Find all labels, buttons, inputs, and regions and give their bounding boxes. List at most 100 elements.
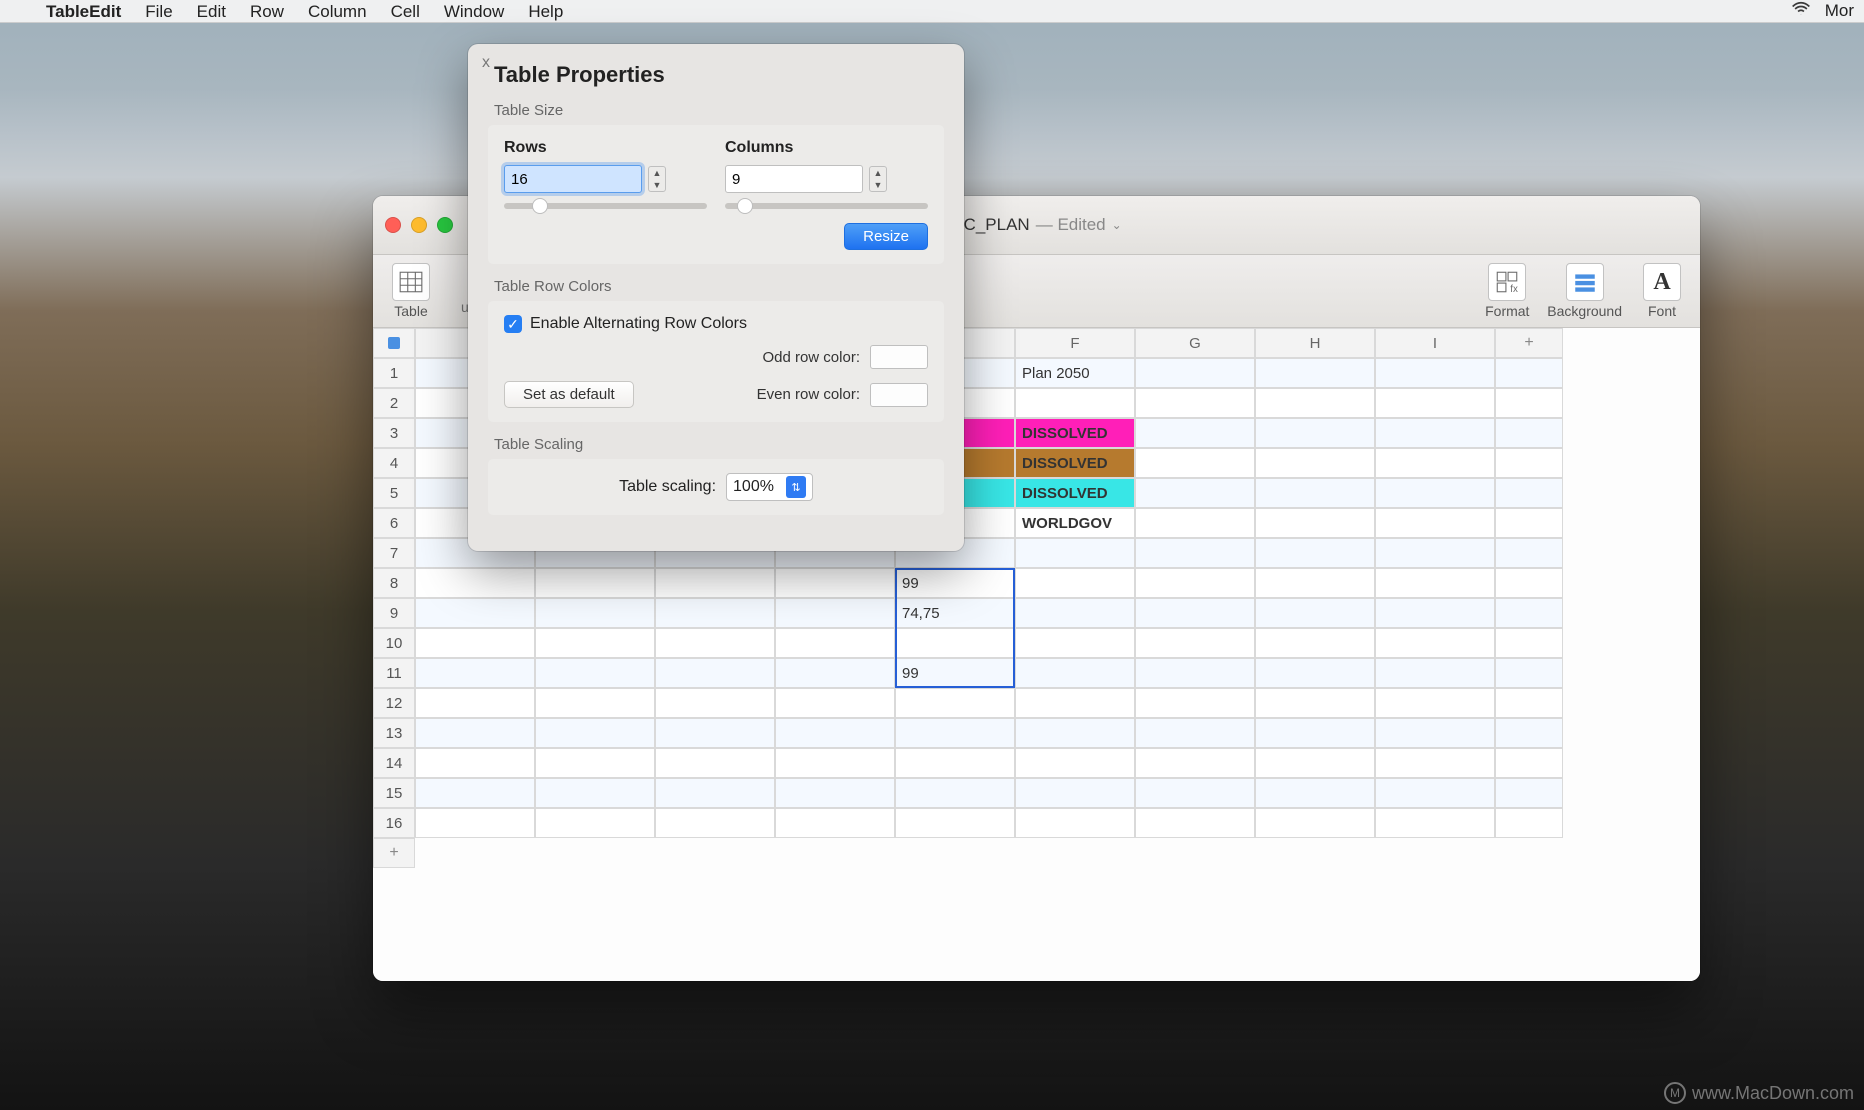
cell-G7[interactable] [1135, 538, 1255, 568]
add-column-button[interactable]: + [1495, 328, 1563, 358]
cell-E15[interactable] [895, 778, 1015, 808]
app-name-menu[interactable]: TableEdit [34, 0, 133, 23]
cell-I10[interactable] [1375, 628, 1495, 658]
cell-D9[interactable] [775, 598, 895, 628]
cell-I3[interactable] [1375, 418, 1495, 448]
cell-E11[interactable]: 99 [895, 658, 1015, 688]
cell-H4[interactable] [1255, 448, 1375, 478]
wifi-icon[interactable] [1791, 0, 1811, 24]
cell-H15[interactable] [1255, 778, 1375, 808]
row-header-7[interactable]: 7 [373, 538, 415, 568]
cell-C15[interactable] [655, 778, 775, 808]
columns-slider[interactable] [725, 203, 928, 209]
cell-I7[interactable] [1375, 538, 1495, 568]
cell-B9[interactable] [535, 598, 655, 628]
window-zoom-button[interactable] [437, 217, 453, 233]
cell-D12[interactable] [775, 688, 895, 718]
cell-H12[interactable] [1255, 688, 1375, 718]
cell-I14[interactable] [1375, 748, 1495, 778]
cell-F2[interactable] [1015, 388, 1135, 418]
cell-A9[interactable] [415, 598, 535, 628]
columns-input[interactable] [725, 165, 863, 193]
cell-D16[interactable] [775, 808, 895, 838]
cell-H10[interactable] [1255, 628, 1375, 658]
cell-H6[interactable] [1255, 508, 1375, 538]
cell-F16[interactable] [1015, 808, 1135, 838]
cell-G6[interactable] [1135, 508, 1255, 538]
cell-H16[interactable] [1255, 808, 1375, 838]
cell-G1[interactable] [1135, 358, 1255, 388]
cell-I11[interactable] [1375, 658, 1495, 688]
cell-B16[interactable] [535, 808, 655, 838]
popover-close-button[interactable]: x [482, 54, 490, 72]
title-chevron-icon[interactable]: ⌄ [1112, 218, 1122, 232]
cell-G13[interactable] [1135, 718, 1255, 748]
cell-F9[interactable] [1015, 598, 1135, 628]
cell-D11[interactable] [775, 658, 895, 688]
cell-A14[interactable] [415, 748, 535, 778]
row-header-9[interactable]: 9 [373, 598, 415, 628]
column-header-G[interactable]: G [1135, 328, 1255, 358]
cell-B8[interactable] [535, 568, 655, 598]
cell-A16[interactable] [415, 808, 535, 838]
row-header-10[interactable]: 10 [373, 628, 415, 658]
cell-F15[interactable] [1015, 778, 1135, 808]
cell-F7[interactable] [1015, 538, 1135, 568]
cell-E8[interactable]: 99 [895, 568, 1015, 598]
cell-A10[interactable] [415, 628, 535, 658]
row-header-3[interactable]: 3 [373, 418, 415, 448]
column-header-I[interactable]: I [1375, 328, 1495, 358]
cell-I4[interactable] [1375, 448, 1495, 478]
cell-G8[interactable] [1135, 568, 1255, 598]
rows-stepper[interactable]: ▲▼ [648, 166, 666, 192]
cell-H13[interactable] [1255, 718, 1375, 748]
cell-I16[interactable] [1375, 808, 1495, 838]
cell-B13[interactable] [535, 718, 655, 748]
cell-I5[interactable] [1375, 478, 1495, 508]
cell-A11[interactable] [415, 658, 535, 688]
menu-cell[interactable]: Cell [379, 0, 432, 23]
cell-H14[interactable] [1255, 748, 1375, 778]
rows-slider[interactable] [504, 203, 707, 209]
cell-H3[interactable] [1255, 418, 1375, 448]
cell-D10[interactable] [775, 628, 895, 658]
row-header-11[interactable]: 11 [373, 658, 415, 688]
cell-G4[interactable] [1135, 448, 1255, 478]
cell-C16[interactable] [655, 808, 775, 838]
row-header-2[interactable]: 2 [373, 388, 415, 418]
cell-F13[interactable] [1015, 718, 1135, 748]
row-header-8[interactable]: 8 [373, 568, 415, 598]
row-header-1[interactable]: 1 [373, 358, 415, 388]
cell-B12[interactable] [535, 688, 655, 718]
cell-I2[interactable] [1375, 388, 1495, 418]
cell-F6[interactable]: WORLDGOV [1015, 508, 1135, 538]
cell-B15[interactable] [535, 778, 655, 808]
cell-E12[interactable] [895, 688, 1015, 718]
cell-A15[interactable] [415, 778, 535, 808]
odd-row-color-well[interactable] [870, 345, 928, 369]
menu-window[interactable]: Window [432, 0, 516, 23]
cell-F12[interactable] [1015, 688, 1135, 718]
window-minimize-button[interactable] [411, 217, 427, 233]
row-header-15[interactable]: 15 [373, 778, 415, 808]
add-row-button[interactable]: + [373, 838, 415, 868]
cell-G9[interactable] [1135, 598, 1255, 628]
cell-F10[interactable] [1015, 628, 1135, 658]
cell-H7[interactable] [1255, 538, 1375, 568]
cell-H11[interactable] [1255, 658, 1375, 688]
cell-G11[interactable] [1135, 658, 1255, 688]
cell-A12[interactable] [415, 688, 535, 718]
row-header-12[interactable]: 12 [373, 688, 415, 718]
alternating-colors-checkbox[interactable]: ✓ Enable Alternating Row Colors [504, 315, 928, 333]
cell-C12[interactable] [655, 688, 775, 718]
cell-B14[interactable] [535, 748, 655, 778]
cell-H1[interactable] [1255, 358, 1375, 388]
cell-G3[interactable] [1135, 418, 1255, 448]
toolbar-font-button[interactable]: A Font [1632, 255, 1692, 327]
cell-B10[interactable] [535, 628, 655, 658]
resize-button[interactable]: Resize [844, 223, 928, 250]
cell-G5[interactable] [1135, 478, 1255, 508]
cell-F4[interactable]: DISSOLVED [1015, 448, 1135, 478]
cell-G16[interactable] [1135, 808, 1255, 838]
toolbar-table-button[interactable]: Table [381, 255, 441, 327]
